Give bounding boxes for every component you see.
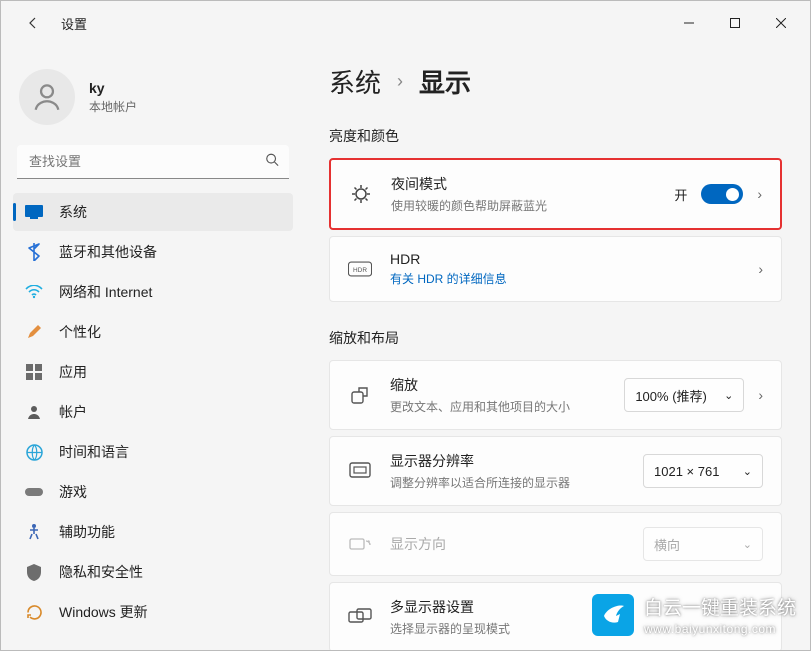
watermark-logo: [592, 594, 634, 636]
chevron-down-icon: ⌄: [743, 465, 752, 478]
search-icon: [265, 153, 279, 172]
globe-icon: [25, 443, 43, 461]
nightlight-title: 夜间模式: [391, 174, 656, 194]
nightlight-sub: 使用较暖的颜色帮助屏蔽蓝光: [391, 197, 656, 214]
shield-icon: [25, 563, 43, 581]
watermark-url: www.baiyunxitong.com: [644, 622, 796, 636]
titlebar: 设置: [1, 1, 810, 45]
search-box: [17, 145, 289, 179]
resolution-icon: [348, 462, 372, 480]
hdr-icon: HDR: [348, 261, 372, 277]
gamepad-icon: [25, 483, 43, 501]
person-icon: [25, 403, 43, 421]
wifi-icon: [25, 283, 43, 301]
section-brightness: 亮度和颜色: [329, 126, 782, 146]
scale-icon: [348, 385, 372, 405]
card-resolution[interactable]: 显示器分辨率 调整分辨率以适合所连接的显示器 1021 × 761 ⌄: [329, 436, 782, 506]
sidebar-item-personalize[interactable]: 个性化: [13, 313, 293, 351]
card-orientation: 显示方向 横向 ⌄: [329, 512, 782, 576]
sidebar-item-apps[interactable]: 应用: [13, 353, 293, 391]
sidebar-item-label: 帐户: [59, 402, 87, 422]
sidebar-item-accounts[interactable]: 帐户: [13, 393, 293, 431]
sidebar-item-time[interactable]: 时间和语言: [13, 433, 293, 471]
scale-value: 100% (推荐): [635, 386, 707, 405]
window-title: 设置: [61, 14, 87, 33]
section-scale: 缩放和布局: [329, 328, 782, 348]
sidebar: ky 本地帐户 系统 蓝牙和其他设备 网络和 Internet: [1, 45, 301, 650]
multi-display-icon: [348, 608, 372, 626]
nightlight-toggle[interactable]: [701, 184, 743, 204]
chevron-right-icon: ›: [758, 387, 763, 403]
sidebar-item-gaming[interactable]: 游戏: [13, 473, 293, 511]
sidebar-item-label: 时间和语言: [59, 442, 129, 462]
orientation-title: 显示方向: [390, 534, 625, 554]
profile-block[interactable]: ky 本地帐户: [13, 57, 293, 145]
search-input[interactable]: [17, 145, 289, 179]
sidebar-item-privacy[interactable]: 隐私和安全性: [13, 553, 293, 591]
sidebar-item-bluetooth[interactable]: 蓝牙和其他设备: [13, 233, 293, 271]
orientation-icon: [348, 536, 372, 552]
scale-title: 缩放: [390, 375, 606, 395]
sidebar-item-system[interactable]: 系统: [13, 193, 293, 231]
avatar: [19, 69, 75, 125]
breadcrumb-current: 显示: [419, 63, 471, 100]
nightlight-toggle-label: 开: [674, 185, 687, 204]
back-button[interactable]: [17, 7, 49, 39]
nav-list: 系统 蓝牙和其他设备 网络和 Internet 个性化 应用 帐户: [13, 193, 293, 631]
resolution-select[interactable]: 1021 × 761 ⌄: [643, 454, 763, 488]
card-hdr[interactable]: HDR HDR 有关 HDR 的详细信息 ›: [329, 236, 782, 302]
nightlight-icon: [349, 183, 373, 205]
main-panel: 系统 › 显示 亮度和颜色 夜间模式 使用较暖的颜色帮助屏蔽蓝光 开 › HDR: [301, 45, 810, 650]
chevron-right-icon: ›: [397, 71, 403, 92]
orientation-select: 横向 ⌄: [643, 527, 763, 561]
sidebar-item-label: 隐私和安全性: [59, 562, 143, 582]
watermark-text: 白云一键重装系统: [644, 598, 796, 619]
sidebar-item-label: 应用: [59, 362, 87, 382]
sidebar-item-network[interactable]: 网络和 Internet: [13, 273, 293, 311]
update-icon: [25, 603, 43, 621]
sidebar-item-label: 蓝牙和其他设备: [59, 242, 157, 262]
resolution-value: 1021 × 761: [654, 464, 719, 479]
apps-icon: [25, 363, 43, 381]
chevron-right-icon: ›: [758, 261, 763, 277]
sidebar-item-label: 网络和 Internet: [59, 282, 152, 302]
svg-text:HDR: HDR: [353, 267, 367, 274]
resolution-sub: 调整分辨率以适合所连接的显示器: [390, 474, 625, 491]
chevron-down-icon: ⌄: [724, 389, 733, 402]
accessibility-icon: [25, 523, 43, 541]
hdr-title: HDR: [390, 251, 740, 267]
sidebar-item-label: Windows 更新: [59, 602, 148, 622]
minimize-button[interactable]: [666, 7, 712, 39]
brush-icon: [25, 323, 43, 341]
profile-name: ky: [89, 80, 137, 96]
sidebar-item-accessibility[interactable]: 辅助功能: [13, 513, 293, 551]
hdr-link[interactable]: 有关 HDR 的详细信息: [390, 270, 740, 287]
breadcrumb-root[interactable]: 系统: [329, 63, 381, 100]
scale-sub: 更改文本、应用和其他项目的大小: [390, 398, 606, 415]
card-scale[interactable]: 缩放 更改文本、应用和其他项目的大小 100% (推荐) ⌄ ›: [329, 360, 782, 430]
bluetooth-icon: [25, 243, 43, 261]
profile-subtitle: 本地帐户: [89, 98, 137, 115]
sidebar-item-label: 辅助功能: [59, 522, 115, 542]
system-icon: [25, 203, 43, 221]
chevron-down-icon: ⌄: [743, 538, 752, 551]
orientation-value: 横向: [654, 535, 680, 554]
breadcrumb: 系统 › 显示: [329, 63, 782, 100]
chevron-right-icon: ›: [757, 186, 762, 202]
sidebar-item-label: 系统: [59, 202, 87, 222]
sidebar-item-label: 个性化: [59, 322, 101, 342]
resolution-title: 显示器分辨率: [390, 451, 625, 471]
sidebar-item-label: 游戏: [59, 482, 87, 502]
close-button[interactable]: [758, 7, 804, 39]
card-nightlight[interactable]: 夜间模式 使用较暖的颜色帮助屏蔽蓝光 开 ›: [329, 158, 782, 230]
maximize-button[interactable]: [712, 7, 758, 39]
watermark: 白云一键重装系统 www.baiyunxitong.com: [592, 593, 796, 636]
sidebar-item-update[interactable]: Windows 更新: [13, 593, 293, 631]
scale-select[interactable]: 100% (推荐) ⌄: [624, 378, 744, 412]
